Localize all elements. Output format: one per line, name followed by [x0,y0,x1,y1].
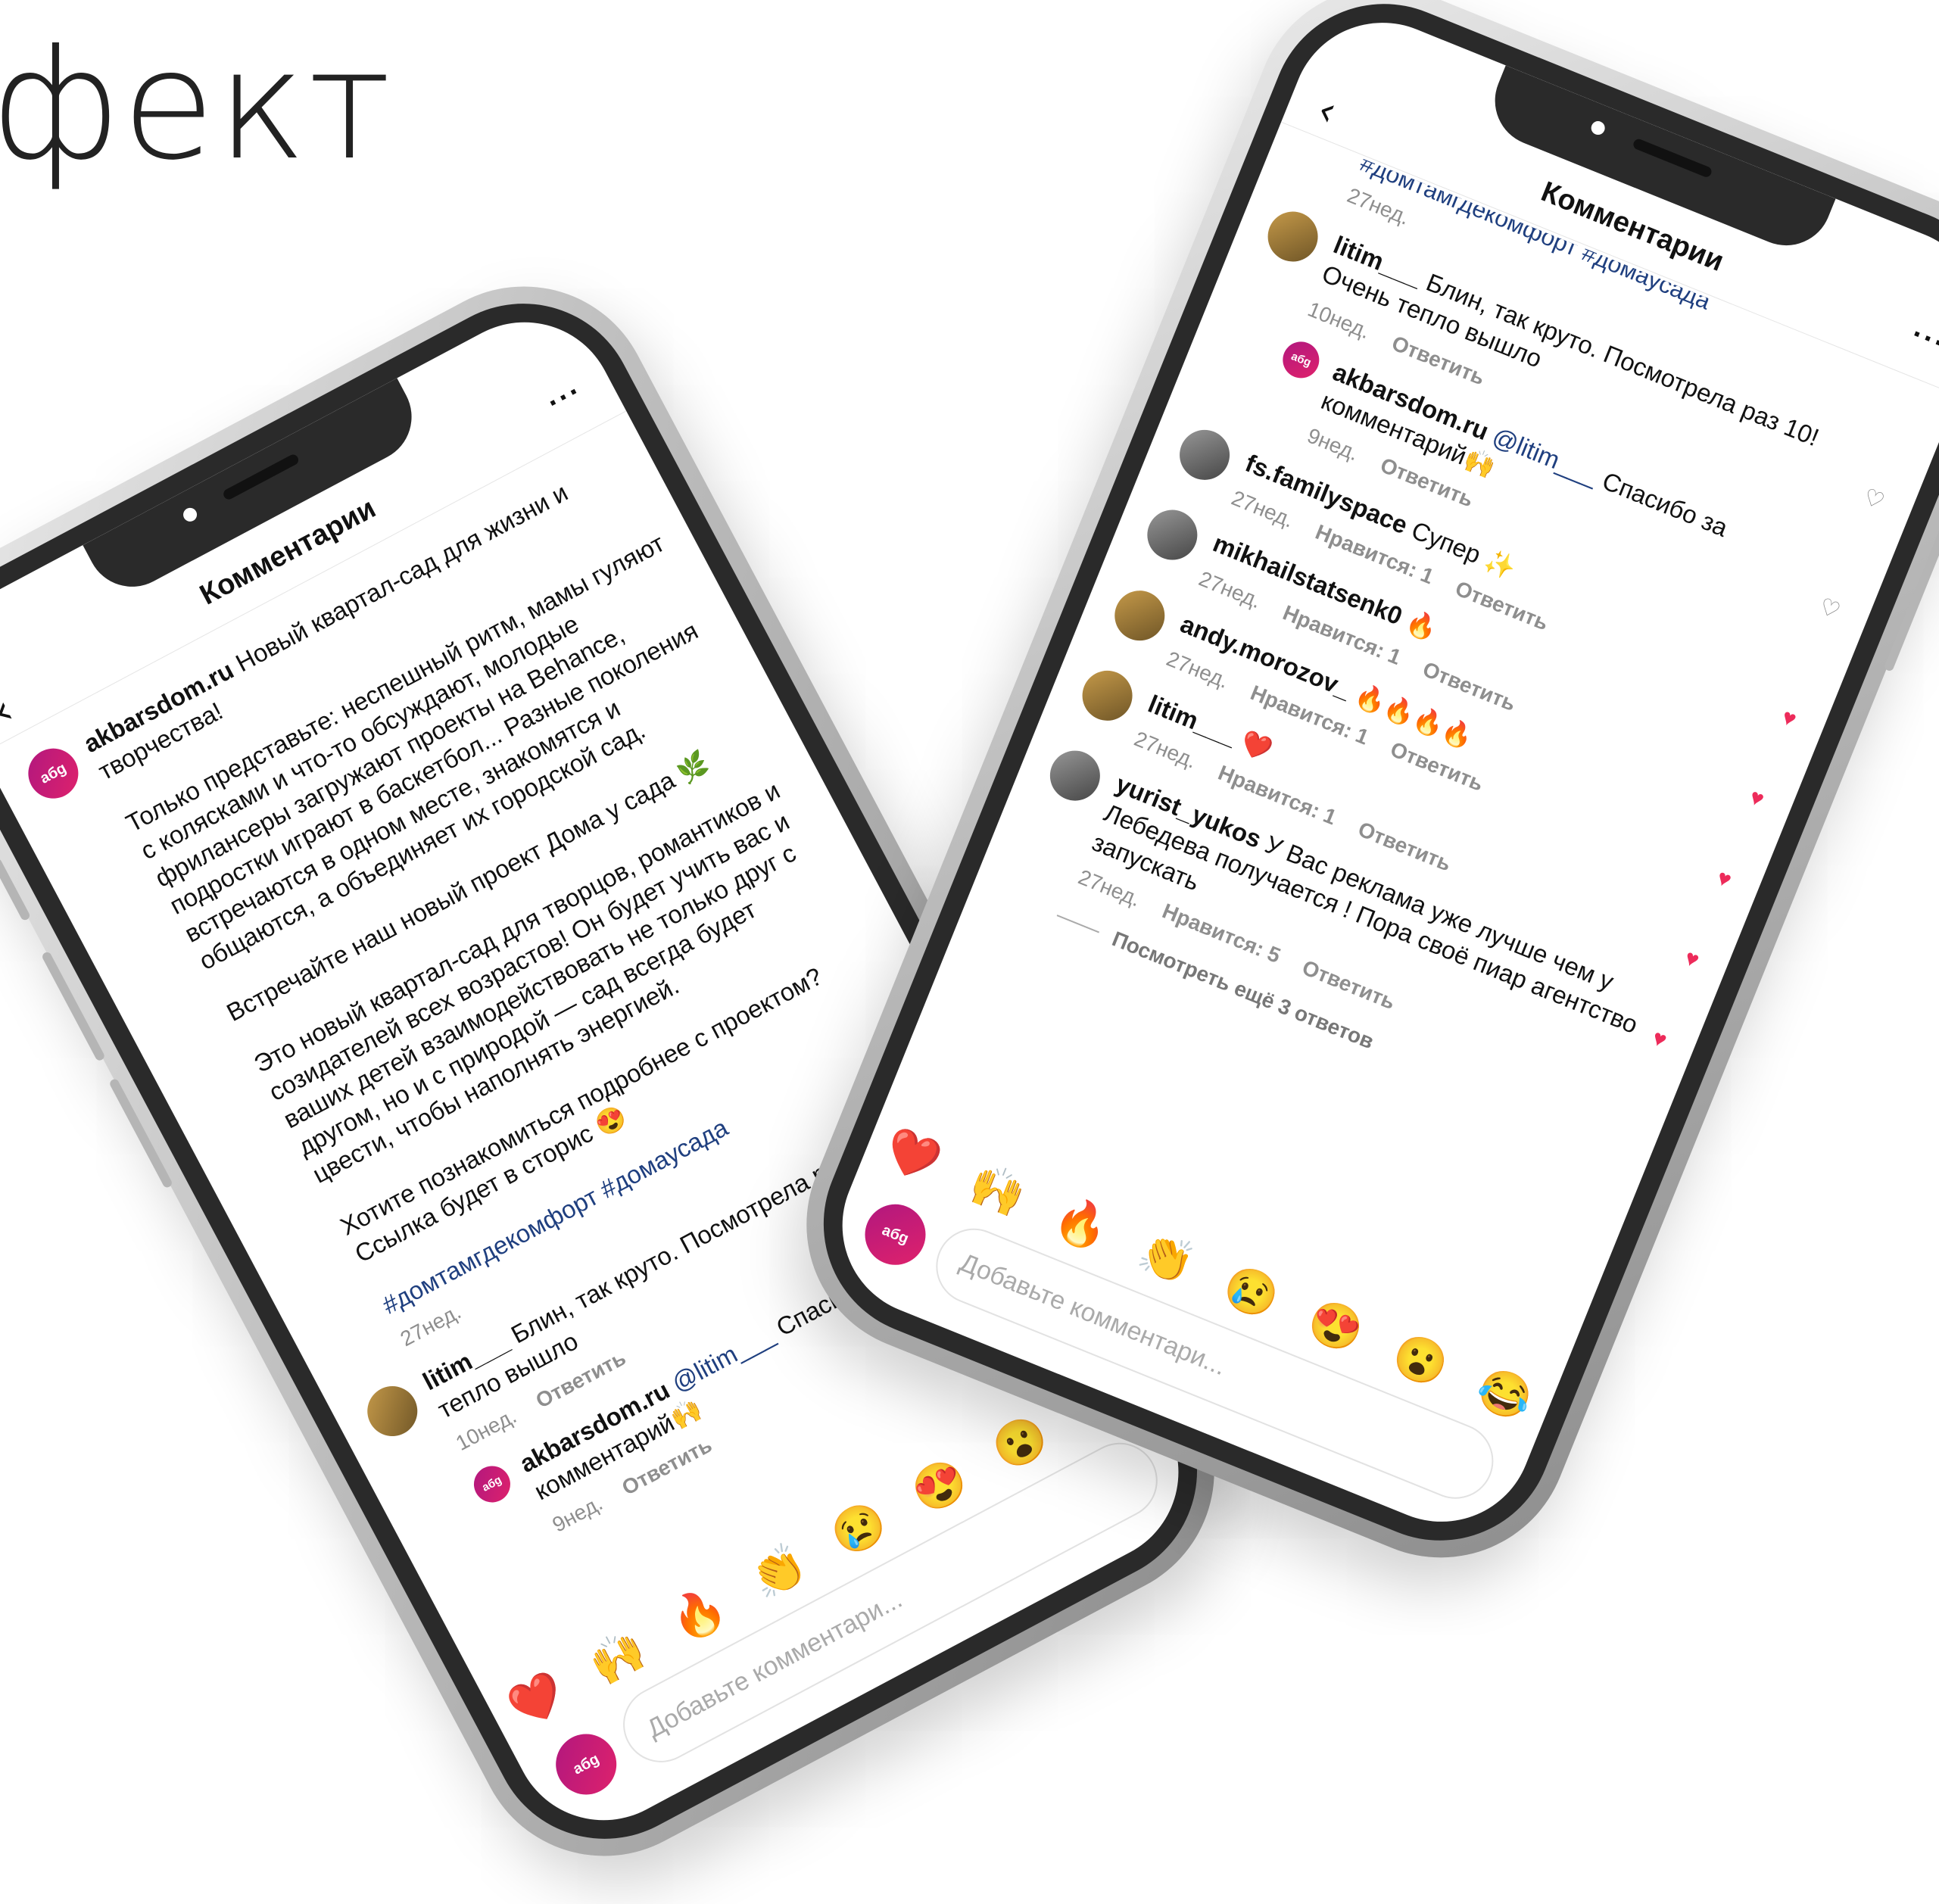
emoji-clap-button[interactable]: 👏 [1131,1224,1201,1292]
like-heart-filled-icon[interactable]: ♥ [1777,704,1800,736]
emoji-surprised-button[interactable]: 😮 [1386,1327,1455,1395]
avatar[interactable] [358,1377,427,1445]
more-icon[interactable]: ··· [541,374,588,420]
avatar[interactable] [1260,204,1326,270]
phone-right: ‹ Комментарии ··· #домтамгдекомфорт #дом… [767,0,1939,1597]
headline: фект [0,17,393,194]
emoji-fire-button[interactable]: 🔥 [1047,1190,1117,1258]
like-heart-filled-icon[interactable]: ♥ [1679,945,1703,977]
screen: ‹ Комментарии ··· #домтамгдекомфорт #дом… [815,0,1939,1550]
avatar[interactable] [1107,582,1173,648]
like-heart-outline-icon[interactable]: ♡ [1803,593,1844,656]
like-heart-filled-icon[interactable]: ♥ [1712,865,1735,896]
emoji-heart-button[interactable]: ❤️ [878,1122,947,1190]
avatar[interactable] [1074,662,1140,728]
avatar[interactable] [1139,502,1205,568]
emoji-raised-hands-button[interactable]: 🙌 [962,1156,1032,1224]
avatar: абg [545,1723,628,1806]
avatar[interactable]: абg [1277,335,1325,384]
avatar: абg [856,1195,935,1274]
avatar[interactable] [1172,422,1238,488]
avatar[interactable]: абg [467,1459,517,1509]
comment-text: ❤️ [1236,726,1277,765]
like-heart-filled-icon[interactable]: ♥ [1744,784,1768,816]
emoji-heart-eyes-button[interactable]: 😍 [1301,1292,1370,1360]
like-heart-outline-icon[interactable]: ♡ [1847,483,1888,547]
back-icon[interactable]: ‹ [1311,86,1344,136]
emoji-cry-button[interactable]: 😢 [1216,1258,1286,1326]
emoji-joy-button[interactable]: 😂 [1470,1361,1539,1429]
back-icon[interactable]: ‹ [0,686,21,736]
comment-text: 🔥 [1402,606,1442,645]
more-icon[interactable]: ··· [1906,317,1939,362]
avatar[interactable] [1042,743,1108,809]
comment-time: 9нед. [1304,423,1363,466]
avatar[interactable]: абg [19,740,88,808]
